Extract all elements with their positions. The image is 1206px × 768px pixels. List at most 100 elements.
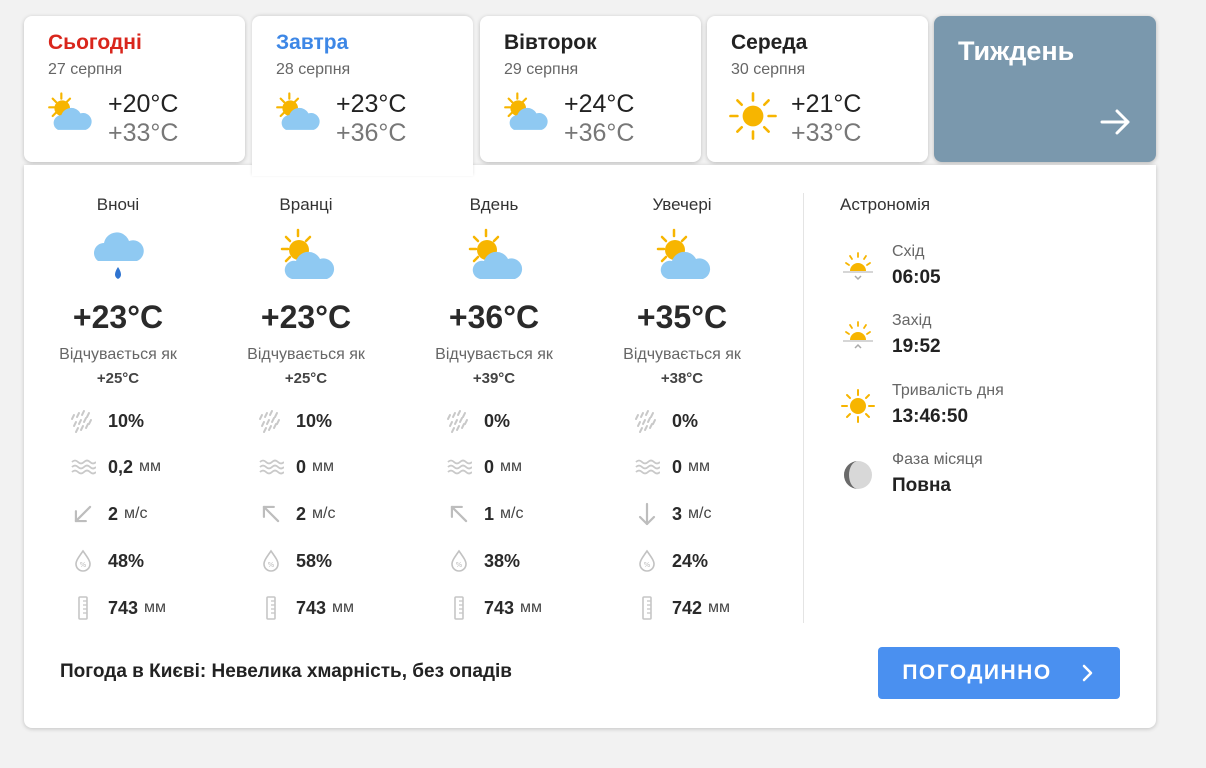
precipitation-unit: мм	[139, 458, 162, 475]
feels-like-value: +25°C	[96, 370, 140, 387]
precipitation-value: 0	[296, 456, 307, 477]
pressure-value: 742	[672, 597, 703, 618]
svg-text:%: %	[80, 561, 87, 569]
precipitation-unit: мм	[688, 458, 711, 475]
tab-tuesday[interactable]: Вівторок 29 серпня +24°C +36°C	[480, 16, 701, 162]
humidity-value: 38%	[484, 550, 521, 571]
tab-tomorrow[interactable]: Завтра 28 серпня +23°C +36°C	[252, 16, 473, 176]
tab-day-name: Завтра	[276, 31, 349, 54]
feels-like-label: Відчувається як	[435, 346, 553, 363]
precipitation-icon	[258, 455, 285, 479]
sun-cloud-icon	[280, 228, 335, 279]
tab-temp-max: +33°C	[108, 119, 179, 147]
pressure-icon	[70, 596, 96, 620]
humidity-value: 24%	[672, 550, 709, 571]
wind-direction-icon	[446, 502, 472, 526]
pressure-row: 743 мм	[258, 596, 354, 620]
weather-summary: Погода в Києві: Невелика хмарність, без …	[60, 661, 512, 682]
tab-temps: +20°C +33°C	[108, 90, 178, 148]
feels-like-value: +25°C	[284, 370, 328, 387]
tab-temp-max: +33°C	[791, 119, 862, 147]
precipitation-icon	[70, 455, 97, 479]
astro-value: 13:46:50	[892, 406, 969, 427]
period-name: Увечері	[652, 195, 712, 214]
day-tabs: Сьогодні 27 серпня +20°C +33°C Завтра 28…	[24, 16, 1156, 176]
precipitation-row: 0 мм	[446, 455, 522, 479]
pressure-unit: мм	[708, 599, 731, 616]
precip-prob-row: 10%	[70, 409, 144, 433]
tab-temp-min: +21°C	[791, 90, 862, 118]
humidity-icon: %	[70, 549, 96, 573]
week-tab[interactable]: Тиждень	[934, 16, 1156, 162]
astro-label: Фаза місяця	[892, 451, 983, 468]
wind-unit: м/с	[312, 505, 336, 522]
precipitation-icon	[446, 455, 473, 479]
arrow-right-icon	[1100, 109, 1130, 135]
humidity-row: % 24%	[634, 549, 708, 573]
tab-temps: +23°C +36°C	[336, 90, 406, 148]
wind-row: 1 м/с	[446, 502, 523, 526]
pressure-unit: мм	[144, 599, 167, 616]
feels-like-label: Відчувається як	[623, 346, 741, 363]
astro-day-length: Тривалість дня 13:46:50	[840, 382, 1140, 432]
chevron-right-icon	[1082, 664, 1092, 682]
pressure-row: 743 мм	[446, 596, 542, 620]
precip-prob-value: 10%	[108, 410, 145, 431]
astro-sunrise: Схід 06:05	[840, 243, 1140, 293]
feels-like-label: Відчувається як	[247, 346, 365, 363]
wind-value: 2	[108, 503, 119, 524]
precipitation-value: 0	[484, 456, 495, 477]
sunset-icon	[843, 321, 873, 349]
sun-icon	[841, 389, 875, 423]
precipitation-row: 0,2 мм	[70, 455, 161, 479]
tab-date: 27 серпня	[48, 61, 123, 78]
period-name: Вдень	[469, 195, 519, 214]
tab-temp-min: +24°C	[564, 90, 635, 118]
wind-direction-icon	[258, 502, 284, 526]
wind-unit: м/с	[500, 505, 524, 522]
feels-like-value: +38°C	[660, 370, 704, 387]
period-temperature: +35°C	[636, 299, 728, 335]
svg-text:%: %	[268, 561, 275, 569]
sunrise-icon	[843, 252, 873, 281]
rain-icon	[70, 409, 96, 433]
precip-prob-row: 10%	[258, 409, 332, 433]
precipitation-value: 0,2	[108, 456, 134, 477]
humidity-row: % 48%	[70, 549, 144, 573]
precipitation-row: 0 мм	[634, 455, 710, 479]
astro-value: 06:05	[892, 267, 941, 288]
week-title: Тиждень	[958, 36, 1075, 66]
tab-today[interactable]: Сьогодні 27 серпня +20°C +33°C	[24, 16, 245, 162]
period-temperature: +23°C	[72, 299, 164, 335]
hourly-button-label: ПОГОДИННО	[902, 661, 1052, 684]
astro-value: Повна	[892, 475, 951, 496]
period-temperature: +23°C	[260, 299, 352, 335]
rain-icon	[446, 409, 472, 433]
wind-value: 1	[484, 503, 495, 524]
tab-temp-min: +20°C	[108, 90, 179, 118]
divider	[803, 193, 804, 623]
precip-prob-value: 0%	[672, 410, 699, 431]
pressure-unit: мм	[520, 599, 543, 616]
period-temperature: +36°C	[448, 299, 540, 335]
tab-wednesday[interactable]: Середа 30 серпня +21°C +33°C	[707, 16, 928, 162]
hourly-button[interactable]: ПОГОДИННО	[878, 647, 1120, 699]
tab-date: 29 серпня	[504, 61, 579, 78]
svg-text:%: %	[456, 561, 463, 569]
sun-cloud-icon	[48, 92, 92, 130]
pressure-row: 742 мм	[634, 596, 730, 620]
feels-like-value: +39°C	[472, 370, 516, 387]
humidity-icon: %	[634, 549, 660, 573]
tab-date: 28 серпня	[276, 61, 351, 78]
tab-temps: +21°C +33°C	[791, 90, 861, 148]
precip-prob-row: 0%	[446, 409, 510, 433]
pressure-value: 743	[484, 597, 515, 618]
tab-day-name: Середа	[731, 31, 808, 54]
period-name: Вранці	[279, 195, 333, 214]
sun-icon	[729, 92, 777, 140]
wind-row: 3 м/с	[634, 502, 711, 526]
tab-temps: +24°C +36°C	[564, 90, 634, 148]
wind-direction-icon	[634, 502, 660, 526]
precipitation-unit: мм	[312, 458, 335, 475]
svg-text:%: %	[644, 561, 651, 569]
